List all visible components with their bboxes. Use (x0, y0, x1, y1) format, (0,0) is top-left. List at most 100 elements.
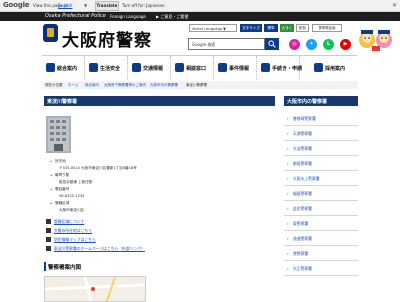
sidebar-item-naniwa[interactable]: › 浪速警察署 (284, 231, 358, 246)
info-icon (46, 63, 55, 72)
external-link-icon (46, 228, 51, 233)
station-map[interactable] (44, 276, 146, 302)
text-size-standard-button[interactable]: 標準 (264, 24, 278, 32)
chevron-right-icon: › (287, 191, 289, 196)
chevron-right-icon: › (287, 206, 289, 211)
nav-item-traffic[interactable]: 交通情報 (128, 56, 171, 80)
chevron-right-icon: › (287, 176, 289, 181)
chevron-right-icon: › (287, 131, 289, 136)
sidebar-item-label: 浪速警察署 (293, 236, 312, 241)
sidebar-item-fukushima[interactable]: › 福島警察署 (284, 186, 358, 201)
sidebar-item-label: 都島警察署 (293, 161, 312, 166)
select-language-dropdown[interactable]: Select Language ▼ (189, 24, 237, 32)
breadcrumb-label: 現在の位置 (45, 83, 63, 87)
nav-item-label: 事件情報 (229, 66, 250, 72)
site-title[interactable]: 大阪府警察 (62, 26, 152, 51)
translate-language-select[interactable]: English (58, 3, 72, 8)
opinion-link[interactable]: ▶ ご意見・ご要望 (156, 14, 188, 20)
sidebar-item-oyodo[interactable]: › 大淀警察署 (284, 141, 358, 156)
crime-map-link[interactable]: 防犯情報マップはこちら (54, 237, 96, 243)
chevron-right-icon: › (287, 146, 289, 151)
text-size-label: 文字サイズ (240, 24, 262, 32)
breadcrumb-general-info[interactable]: 総合案内 (85, 83, 99, 88)
sidebar-item-sonezaki[interactable]: › 曽根崎警察署 (284, 111, 358, 126)
section-marker (44, 262, 46, 271)
close-icon[interactable]: ✕ (392, 2, 397, 9)
sidebar-item-label: 大阪水上警察署 (293, 176, 320, 181)
external-link-icon (46, 246, 51, 251)
breadcrumb-home[interactable]: ホーム (68, 83, 78, 88)
chevron-right-icon: › (287, 221, 289, 226)
sidebar-item-label: 東警察署 (293, 221, 309, 226)
alert-icon (218, 63, 227, 72)
jurisdiction-value: 大阪市東淀川区 (59, 208, 85, 212)
sidebar-item-miyakojima[interactable]: › 都島警察署 (284, 156, 358, 171)
page-title: 東淀川警察署 (47, 99, 78, 105)
car-icon (132, 63, 141, 72)
google-logo: Google (3, 1, 30, 9)
chevron-down-icon[interactable]: ▼ (84, 3, 87, 8)
chevron-right-icon: › (287, 251, 289, 256)
sidebar-item-label: 大淀警察署 (293, 146, 312, 151)
twitter-icon[interactable]: ✦ (306, 39, 317, 50)
jurisdiction-link[interactable]: 管轄区域について (54, 219, 84, 225)
map-icon (46, 237, 51, 242)
sidebar-item-minato[interactable]: › 港警察署 (284, 246, 358, 261)
nav-item-incidents[interactable]: 事件情報 (214, 56, 257, 80)
sidebar-item-label: 曽根崎警察署 (293, 116, 316, 121)
text-size-large-button[interactable]: 大きく (280, 24, 294, 32)
person-icon (314, 63, 323, 72)
chat-icon (175, 63, 184, 72)
sidebar-item-label: 港警察署 (293, 251, 309, 256)
youtube-icon[interactable]: ▶ (340, 39, 351, 50)
emblem-star-icon (47, 28, 54, 37)
nav-item-general-info[interactable]: 総合案内 (42, 56, 85, 80)
instagram-icon[interactable]: ◎ (289, 39, 300, 50)
nav-item-procedures[interactable]: 手続き・申請 (257, 56, 303, 80)
breadcrumb: 現在の位置 ホーム 総合案内 大阪府下警察署等のご案内 大阪市内の警察署 東淀川… (42, 81, 358, 89)
sidebar-item-label: 此花警察署 (293, 206, 312, 211)
breadcrumb-police-stations[interactable]: 大阪府下警察署等のご案内 (104, 83, 146, 88)
sidebar-item-higashi[interactable]: › 東警察署 (284, 216, 358, 231)
translate-button[interactable]: Translate (95, 1, 119, 11)
turn-off-label[interactable]: Turn off for: Japanese (122, 3, 164, 8)
shield-icon (89, 63, 98, 72)
sidebar-item-tenma[interactable]: › 天満警察署 (284, 126, 358, 141)
color-scheme-button[interactable]: 配色 (296, 24, 309, 32)
chevron-right-icon: › (287, 161, 289, 166)
nav-item-label: 相談窓口 (186, 66, 207, 72)
search-input[interactable]: Google 検索 (188, 38, 265, 50)
foreign-language-link[interactable]: Foreign Language (110, 14, 146, 19)
bullet: • (50, 159, 53, 164)
line-icon[interactable]: L (323, 39, 334, 50)
nav-item-label: 採用案内 (325, 66, 346, 72)
chevron-right-icon: › (287, 266, 289, 271)
sidebar-item-suijo[interactable]: › 大阪水上警察署 (284, 171, 358, 186)
page-header-bar (44, 96, 275, 106)
bullet: • (50, 201, 53, 206)
sidebar-title: 大阪市内の警察署 (287, 99, 328, 105)
phone-value: 06-6325-1234 (59, 194, 85, 198)
document-icon (261, 63, 270, 72)
nav-item-life-safety[interactable]: 生活安全 (85, 56, 128, 80)
nav-item-consultation[interactable]: 相談窓口 (171, 56, 214, 80)
address-label: 所在地 (55, 159, 66, 163)
site-name-english: Osaka Prefectural Police (45, 13, 106, 19)
koban-link[interactable]: 交番の所在地はこちら (54, 228, 92, 234)
sidebar-item-taisho[interactable]: › 大正警察署 (284, 261, 358, 276)
chevron-right-icon: › (287, 116, 289, 121)
jurisdiction-label: 管轄区域 (55, 201, 70, 205)
search-button[interactable] (265, 38, 279, 50)
building-image (48, 118, 69, 151)
nearest-station-value: 阪急京都線 上新庄駅 (59, 180, 93, 184)
station-homepage-link[interactable]: 東淀川警察署のホームページはこちら（外部リンク） (54, 246, 145, 252)
nav-item-recruitment[interactable]: 採用案内 (310, 56, 357, 80)
nearest-station-label: 最寄り駅 (55, 173, 70, 177)
breadcrumb-osaka-city[interactable]: 大阪市内の警察署 (150, 83, 178, 88)
mascot-illustration (359, 30, 392, 51)
sidebar-item-konohana[interactable]: › 此花警察署 (284, 201, 358, 216)
nav-item-label: 生活安全 (100, 66, 121, 72)
search-icon (268, 40, 276, 48)
nav-item-label: 手続き・申請 (272, 66, 303, 72)
mobile-site-link[interactable]: 携帯電話版 (312, 24, 342, 32)
